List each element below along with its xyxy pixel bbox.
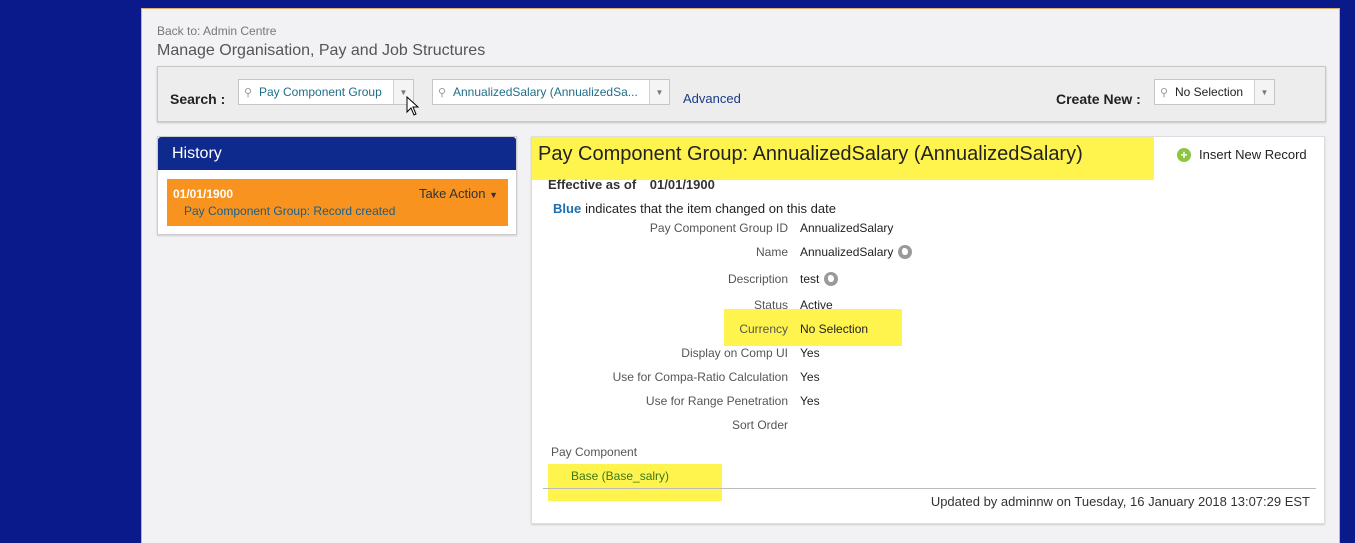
field-value-text: Active	[800, 298, 833, 312]
detail-title: Pay Component Group: AnnualizedSalary (A…	[538, 143, 1083, 165]
chevron-down-icon[interactable]: ▼	[649, 80, 669, 104]
field-value-display-on-comp-ui: Yes	[800, 346, 820, 360]
history-item-date: 01/01/1900	[173, 187, 234, 201]
field-label-description: Description	[727, 272, 788, 286]
chevron-down-icon[interactable]: ▼	[1254, 80, 1274, 104]
field-label-pay-component-group-id: Pay Component Group ID	[649, 221, 788, 235]
change-legend: Blue indicates that the item changed on t…	[553, 201, 836, 216]
search-type-select[interactable]: ⚲ Pay Component Group ▼	[238, 79, 414, 105]
search-icon: ⚲	[243, 86, 253, 99]
field-value-text: AnnualizedSalary	[800, 245, 894, 259]
create-new-value: No Selection	[1175, 85, 1244, 99]
search-toolbar: Search : ⚲ Pay Component Group ▼ ⚲ Annua…	[157, 66, 1326, 122]
field-value-text: Yes	[800, 370, 820, 384]
field-value-compa-ratio: Yes	[800, 370, 820, 384]
field-value-pay-component-group-id: AnnualizedSalary	[800, 221, 893, 235]
field-label-compa-ratio: Use for Compa-Ratio Calculation	[612, 370, 788, 384]
field-value-name: AnnualizedSalary	[800, 245, 913, 259]
plus-circle-icon: +	[1177, 147, 1191, 162]
field-label-range-penetration: Use for Range Penetration	[645, 394, 788, 408]
effective-date-row: Effective as of 01/01/1900	[548, 177, 715, 192]
effective-label: Effective as of	[548, 177, 637, 192]
field-value-currency: No Selection	[800, 322, 868, 336]
field-value-description: test	[800, 272, 839, 286]
history-title: History	[158, 137, 516, 170]
pay-component-label: Pay Component	[551, 445, 638, 459]
field-value-text: AnnualizedSalary	[800, 221, 894, 235]
advanced-search-link[interactable]: Advanced	[683, 91, 741, 106]
search-label: Search :	[170, 91, 226, 107]
history-item-description[interactable]: Pay Component Group: Record created	[184, 204, 395, 218]
create-new-label: Create New :	[1056, 91, 1141, 107]
caret-down-icon: ▼	[489, 190, 498, 200]
legend-text: indicates that the item changed on this …	[585, 201, 836, 216]
effective-date: 01/01/1900	[649, 177, 715, 192]
field-value-status: Active	[800, 298, 833, 312]
globe-translate-icon[interactable]	[898, 245, 913, 259]
globe-translate-icon[interactable]	[824, 272, 839, 286]
search-type-value: Pay Component Group	[259, 85, 382, 99]
field-value-text: Yes	[800, 394, 820, 408]
mouse-cursor-icon	[406, 96, 420, 116]
create-new-select[interactable]: ⚲ No Selection ▼	[1154, 79, 1275, 105]
search-icon: ⚲	[1159, 86, 1169, 99]
back-link[interactable]: Back to: Admin Centre	[157, 24, 276, 38]
history-panel: History 01/01/1900 Take Action ▼ Pay Com…	[157, 136, 517, 235]
take-action-label: Take Action	[418, 186, 486, 201]
legend-keyword: Blue	[553, 201, 582, 216]
insert-new-record-button[interactable]: + Insert New Record	[1177, 147, 1307, 162]
field-value-text: test	[800, 272, 820, 286]
detail-panel: Pay Component Group: AnnualizedSalary (A…	[531, 136, 1325, 524]
search-icon: ⚲	[437, 86, 447, 99]
field-label-status: Status	[753, 298, 788, 312]
search-value-text: AnnualizedSalary (AnnualizedSa...	[453, 85, 638, 99]
pay-component-link[interactable]: Base (Base_salry)	[571, 469, 669, 483]
field-value-text: Yes	[800, 346, 820, 360]
field-label-currency: Currency	[739, 322, 788, 336]
field-value-text: No Selection	[800, 322, 869, 336]
field-value-range-penetration: Yes	[800, 394, 820, 408]
updated-by-text: Updated by adminnw on Tuesday, 16 Januar…	[930, 494, 1310, 509]
divider	[543, 488, 1316, 489]
history-item[interactable]: 01/01/1900 Take Action ▼ Pay Component G…	[167, 179, 508, 226]
insert-new-record-label: Insert New Record	[1199, 147, 1307, 162]
search-value-select[interactable]: ⚲ AnnualizedSalary (AnnualizedSa... ▼	[432, 79, 670, 105]
field-label-display-on-comp-ui: Display on Comp UI	[681, 346, 788, 360]
field-label-sort-order: Sort Order	[731, 418, 788, 432]
field-label-name: Name	[755, 245, 788, 259]
page-title: Manage Organisation, Pay and Job Structu…	[157, 42, 486, 59]
take-action-menu[interactable]: Take Action ▼	[419, 186, 498, 201]
